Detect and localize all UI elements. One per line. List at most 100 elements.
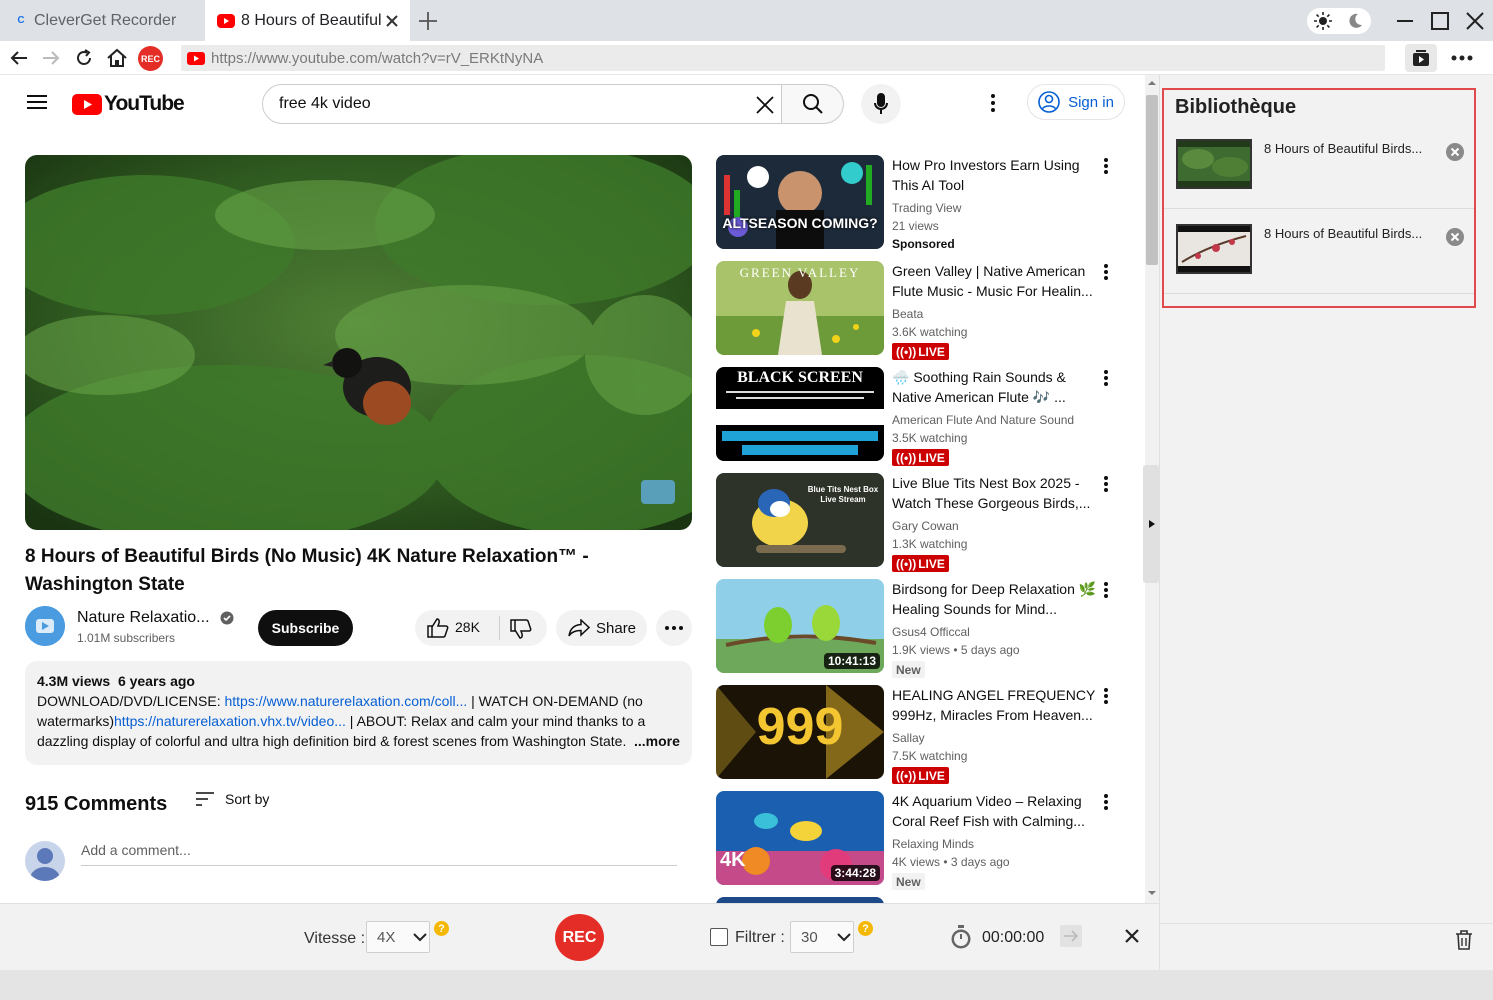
recommendation-item[interactable]: Blue Tits Nest Box Live Stream Live Blue… — [716, 473, 1131, 572]
scroll-thumb[interactable] — [1146, 95, 1158, 265]
url-bar[interactable]: https://www.youtube.com/watch?v=rV_ERKtN… — [181, 45, 1385, 71]
video-more-button[interactable] — [656, 610, 692, 646]
moon-icon[interactable] — [1347, 11, 1365, 31]
trash-icon[interactable] — [1455, 930, 1473, 950]
library-item[interactable]: 8 Hours of Beautiful Birds... — [1164, 210, 1474, 294]
export-button[interactable] — [1060, 925, 1082, 947]
scroll-down-arrow[interactable] — [1145, 889, 1159, 897]
rec-menu-icon[interactable] — [1096, 369, 1116, 389]
scroll-up-arrow[interactable] — [1145, 79, 1159, 87]
filter-help-icon[interactable]: ? — [858, 921, 873, 936]
rec-channel[interactable]: Trading View — [892, 201, 961, 215]
rec-thumbnail[interactable]: GREEN VALLEY — [716, 261, 884, 355]
rec-thumbnail[interactable]: BLACK SCREEN — [716, 367, 884, 461]
more-options-icon[interactable] — [1449, 45, 1475, 71]
reload-icon[interactable] — [71, 45, 97, 71]
rec-title[interactable]: Green Valley | Native American Flute Mus… — [892, 261, 1097, 301]
rec-title[interactable]: Birdsong for Deep Relaxation 🌿 Healing S… — [892, 579, 1097, 619]
rec-title[interactable]: 🌧️ Soothing Rain Sounds & Native America… — [892, 367, 1097, 407]
rec-channel[interactable]: American Flute And Nature Sound — [892, 413, 1074, 427]
youtube-logo[interactable]: YouTube — [72, 92, 185, 116]
sort-comments-button[interactable]: Sort by — [195, 791, 269, 807]
recommendation-item[interactable]: 10:41:13 Birdsong for Deep Relaxation 🌿 … — [716, 579, 1131, 678]
rec-title[interactable]: Live Blue Tits Nest Box 2025 - Watch The… — [892, 473, 1097, 513]
speed-help-icon[interactable]: ? — [434, 921, 449, 936]
on-demand-link[interactable]: https://naturerelaxation.vhx.tv/video... — [114, 713, 346, 729]
rec-menu-icon[interactable] — [1096, 581, 1116, 601]
filter-select[interactable]: 30 — [790, 921, 854, 953]
recommendation-item[interactable]: BLACK SCREEN 🌧️ Soothing Rain Sounds & N… — [716, 367, 1131, 466]
recommendation-item[interactable]: 999 HEALING ANGEL FREQUENCY 999Hz, Mirac… — [716, 685, 1131, 784]
comment-input[interactable]: Add a comment... — [81, 842, 677, 866]
rec-title[interactable]: HEALING ANGEL FREQUENCY 999Hz, Miracles … — [892, 685, 1097, 725]
rec-channel[interactable]: Sallay — [892, 731, 925, 745]
upload-age: 6 years ago — [117, 673, 195, 689]
close-recorder-icon[interactable] — [1124, 928, 1140, 944]
rec-thumbnail[interactable]: 10:41:13 — [716, 579, 884, 673]
page-scrollbar[interactable] — [1143, 75, 1159, 903]
rec-title[interactable]: 4K Aquarium Video – Relaxing Coral Reef … — [892, 791, 1097, 831]
search-button[interactable] — [782, 84, 844, 124]
sign-in-button[interactable]: Sign in — [1027, 84, 1125, 120]
filter-checkbox[interactable] — [710, 928, 728, 946]
remove-item-icon[interactable] — [1446, 143, 1464, 161]
tab-cleverget-recorder[interactable]: C CleverGet Recorder — [0, 0, 205, 41]
library-toggle-button[interactable] — [1405, 44, 1437, 72]
rec-menu-icon[interactable] — [1096, 793, 1116, 813]
library-item-thumbnail[interactable] — [1176, 224, 1252, 274]
rec-menu-icon[interactable] — [1096, 687, 1116, 707]
minimize-icon[interactable] — [1390, 6, 1420, 36]
voice-search-button[interactable] — [861, 84, 901, 124]
back-arrow-icon[interactable] — [6, 45, 32, 71]
search-input[interactable]: free 4k video — [262, 84, 782, 124]
dislike-button[interactable] — [510, 619, 532, 639]
speed-select[interactable]: 4X — [366, 921, 430, 953]
close-tab-icon[interactable] — [385, 14, 399, 28]
desc-text: | ABOUT: Relax and calm your mind thanks… — [345, 713, 646, 729]
theme-toggle[interactable] — [1307, 8, 1371, 34]
rec-channel[interactable]: Gary Cowan — [892, 519, 959, 533]
forward-arrow-icon[interactable] — [38, 45, 64, 71]
close-window-icon[interactable] — [1460, 6, 1490, 36]
rec-menu-icon[interactable] — [1096, 263, 1116, 283]
home-icon[interactable] — [104, 45, 130, 71]
library-item-thumbnail[interactable] — [1176, 139, 1252, 189]
rec-thumbnail[interactable]: Blue Tits Nest Box Live Stream — [716, 473, 884, 567]
new-tab-button[interactable] — [415, 8, 441, 34]
recommendation-item[interactable]: 4K 3:44:28 4K Aquarium Video – Relaxing … — [716, 791, 1131, 890]
desc-text: watermarks) — [37, 713, 115, 729]
clear-search-icon[interactable] — [755, 95, 775, 115]
remove-item-icon[interactable] — [1446, 228, 1464, 246]
rec-thumbnail[interactable]: 999 — [716, 685, 884, 779]
rec-thumbnail[interactable]: ALTSEASON COMING? — [716, 155, 884, 249]
library-item[interactable]: 8 Hours of Beautiful Birds... — [1164, 125, 1474, 209]
record-button[interactable]: REC — [555, 914, 604, 961]
video-description[interactable]: 4.3M views 6 years ago DOWNLOAD/DVD/LICE… — [25, 661, 692, 765]
rec-menu-icon[interactable] — [1096, 157, 1116, 177]
hamburger-menu-icon[interactable] — [27, 94, 47, 110]
video-player[interactable] — [25, 155, 692, 530]
rec-channel[interactable]: Gsus4 Officcal — [892, 625, 970, 639]
rec-shortcut-button[interactable]: REC — [138, 46, 163, 71]
channel-name[interactable]: Nature Relaxatio... — [77, 609, 210, 627]
rec-channel[interactable]: Beata — [892, 307, 923, 321]
live-icon: ((•)) — [896, 450, 917, 465]
channel-avatar[interactable] — [25, 606, 65, 646]
license-link[interactable]: https://www.naturerelaxation.com/coll... — [224, 693, 467, 709]
tab-youtube-video[interactable]: 8 Hours of Beautiful Bi — [205, 0, 410, 41]
share-button[interactable]: Share — [556, 610, 647, 646]
settings-kebab-icon[interactable] — [990, 93, 996, 113]
like-button[interactable] — [427, 618, 449, 638]
live-icon: ((•)) — [896, 556, 917, 571]
show-more-link[interactable]: ...more — [634, 731, 680, 751]
recommendation-item[interactable]: ALTSEASON COMING? How Pro Investors Earn… — [716, 155, 1131, 251]
rec-channel[interactable]: Relaxing Minds — [892, 837, 974, 851]
rec-title[interactable]: How Pro Investors Earn Using This AI Too… — [892, 155, 1097, 195]
rec-menu-icon[interactable] — [1096, 475, 1116, 495]
sun-icon[interactable] — [1313, 11, 1333, 31]
rec-thumbnail[interactable]: 4K 3:44:28 — [716, 791, 884, 885]
recommendation-item[interactable]: GREEN VALLEY Green Valley | Native Ameri… — [716, 261, 1131, 360]
maximize-icon[interactable] — [1425, 6, 1455, 36]
panel-collapse-handle[interactable] — [1143, 465, 1159, 583]
subscribe-button[interactable]: Subscribe — [258, 610, 353, 646]
